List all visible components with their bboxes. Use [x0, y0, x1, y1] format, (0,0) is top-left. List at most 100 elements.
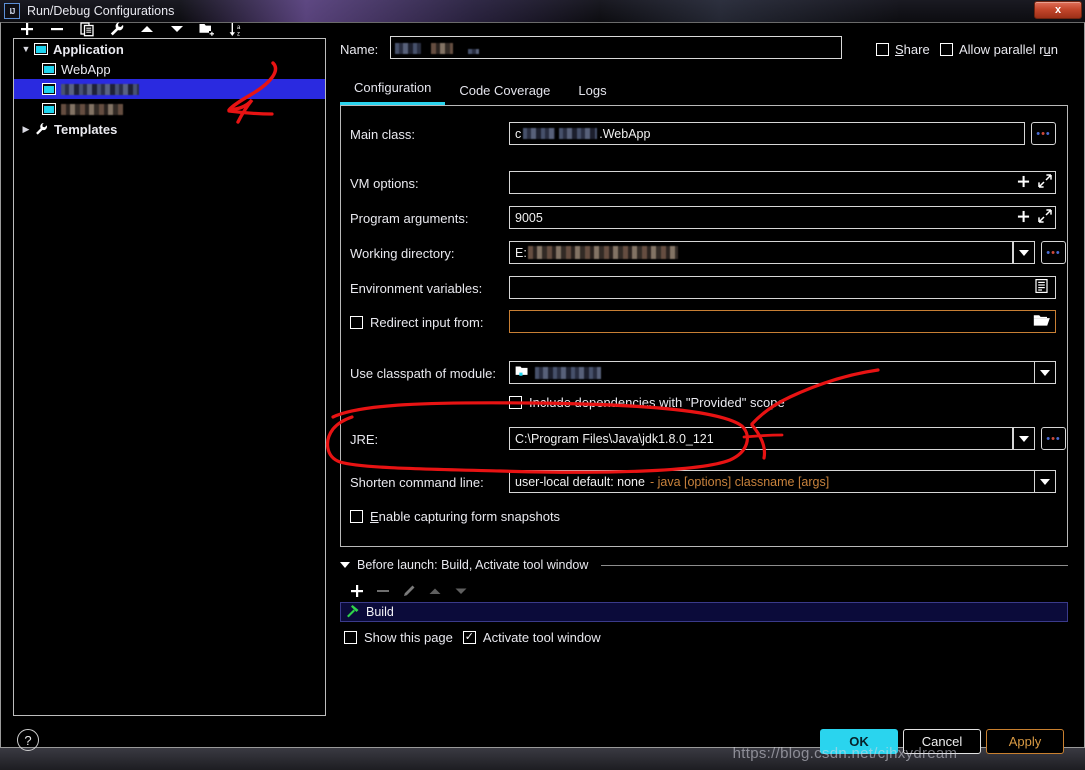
activate-tool-window-checkbox[interactable]	[462, 631, 476, 644]
working-directory-input[interactable]: E:	[509, 241, 1013, 264]
name-redacted-value	[431, 43, 454, 54]
jre-value: C:\Program Files\Java\jdk1.8.0_121	[515, 431, 714, 446]
main-class-redacted	[559, 128, 598, 139]
classpath-module-combo[interactable]	[509, 361, 1056, 384]
jre-browse-button[interactable]: •••	[1041, 427, 1066, 450]
build-hammer-icon	[345, 604, 360, 621]
enable-snapshots-checkbox[interactable]	[350, 510, 363, 523]
environment-variables-input[interactable]	[509, 276, 1056, 299]
main-class-redacted	[523, 128, 556, 139]
tree-item-webapp[interactable]: WebApp	[14, 59, 325, 79]
chevron-right-icon[interactable]: ▶	[18, 124, 34, 135]
application-icon	[34, 43, 48, 55]
redirect-input-path-input[interactable]	[509, 310, 1056, 333]
chevron-down-icon[interactable]	[340, 562, 350, 568]
configuration-tabs: Configuration Code Coverage Logs	[340, 76, 621, 105]
enable-snapshots-checkbox-row[interactable]: Enable capturing form snapshots	[350, 509, 560, 524]
tree-item-redacted-label	[61, 103, 123, 115]
before-launch-separator	[601, 564, 1068, 566]
wrench-icon	[34, 122, 50, 136]
application-icon	[42, 83, 56, 95]
main-class-label: Main class:	[350, 127, 416, 142]
tree-item-selected-configuration[interactable]	[14, 79, 325, 99]
share-label: SSharehare	[895, 42, 930, 57]
before-launch-task-row[interactable]: Build	[340, 602, 1068, 622]
working-directory-browse-button[interactable]: •••	[1041, 241, 1066, 264]
pencil-icon[interactable]	[396, 581, 422, 601]
tree-item-application[interactable]: ▼ Application	[14, 39, 325, 59]
environment-variables-actions	[1035, 276, 1048, 299]
run-debug-configurations-dialog: IJ Run/Debug Configurations x a z ▼ Appl…	[0, 0, 1085, 770]
macro-add-icon[interactable]	[1017, 210, 1030, 226]
enable-snapshots-label: Enable capturing form snapshots	[370, 509, 561, 524]
classpath-module-dropdown-button[interactable]	[1034, 361, 1056, 384]
move-task-down-button[interactable]	[448, 581, 474, 601]
main-class-value-prefix: c	[515, 126, 522, 141]
include-provided-checkbox[interactable]	[509, 396, 522, 409]
working-directory-dropdown-button[interactable]	[1013, 241, 1035, 264]
move-task-up-button[interactable]	[422, 581, 448, 601]
program-arguments-input[interactable]: 9005	[509, 206, 1056, 229]
tree-item-configuration-3[interactable]	[14, 99, 325, 119]
window-title: Run/Debug Configurations	[27, 4, 175, 18]
working-directory-label: Working directory:	[350, 246, 455, 261]
before-launch-header[interactable]: Before launch: Build, Activate tool wind…	[340, 558, 1068, 572]
jre-dropdown-button[interactable]	[1013, 427, 1035, 450]
tab-logs[interactable]: Logs	[564, 79, 620, 105]
expand-editor-icon[interactable]	[1038, 174, 1052, 191]
program-arguments-actions	[1017, 206, 1052, 229]
shorten-command-line-combo[interactable]: user-local default: none - java [options…	[509, 470, 1056, 493]
show-this-page-checkbox[interactable]	[344, 631, 357, 644]
chevron-down-icon	[1040, 478, 1050, 485]
show-this-page-checkbox-row[interactable]: Show this page	[344, 630, 453, 645]
chevron-down-icon	[1040, 369, 1050, 376]
configurations-tree[interactable]: ▼ Application WebApp ▶ Templates	[13, 38, 326, 716]
before-launch-title: Before launch: Build, Activate tool wind…	[357, 558, 589, 572]
name-redacted-value	[467, 49, 479, 54]
environment-variables-edit-icon[interactable]	[1035, 279, 1048, 296]
redirect-input-checkbox[interactable]	[350, 316, 363, 329]
macro-add-icon[interactable]	[1017, 175, 1030, 191]
allow-parallel-run-checkbox[interactable]	[940, 43, 953, 56]
allow-parallel-run-checkbox-row[interactable]: Allow parallel run	[940, 42, 1058, 57]
name-redacted-value	[395, 43, 421, 54]
tab-code-coverage[interactable]: Code Coverage	[445, 79, 564, 105]
module-icon	[515, 365, 530, 381]
tree-item-label: Templates	[54, 121, 118, 137]
expand-editor-icon[interactable]	[1038, 209, 1052, 226]
application-icon	[42, 63, 56, 75]
redirect-input-checkbox-row[interactable]: Redirect input from:	[350, 315, 483, 330]
add-task-button[interactable]	[344, 581, 370, 601]
tab-configuration[interactable]: Configuration	[340, 76, 446, 105]
name-input[interactable]	[390, 36, 842, 59]
tree-item-templates[interactable]: ▶ Templates	[14, 119, 325, 139]
chevron-down-icon[interactable]: ▼	[18, 44, 34, 54]
shorten-command-line-value: user-local default: none	[515, 474, 645, 489]
close-icon[interactable]: x	[1034, 1, 1082, 19]
classpath-module-label: Use classpath of module:	[350, 366, 496, 381]
apply-button[interactable]: Apply	[986, 729, 1064, 754]
working-directory-value-prefix: E:	[515, 245, 527, 260]
share-checkbox[interactable]	[876, 43, 889, 56]
configuration-panel: Main class: c .WebApp ••• VM options: Pro…	[340, 105, 1068, 547]
folder-icon[interactable]	[1033, 313, 1050, 330]
redirect-input-actions	[1033, 310, 1050, 333]
jre-input[interactable]: C:\Program Files\Java\jdk1.8.0_121	[509, 427, 1013, 450]
share-checkbox-row[interactable]: SSharehare	[876, 42, 930, 57]
include-provided-checkbox-row[interactable]: Include dependencies with "Provided" sco…	[509, 395, 785, 410]
program-arguments-label: Program arguments:	[350, 211, 469, 226]
svg-text:a: a	[237, 25, 241, 31]
jre-label: JRE:	[350, 432, 379, 447]
vm-options-input[interactable]	[509, 171, 1056, 194]
shorten-command-line-dropdown-button[interactable]	[1034, 470, 1056, 493]
main-class-input[interactable]: c .WebApp	[509, 122, 1025, 145]
svg-text:z: z	[237, 31, 240, 37]
main-class-browse-button[interactable]: •••	[1031, 122, 1056, 145]
help-button[interactable]: ?	[17, 729, 39, 751]
allow-parallel-run-label: Allow parallel run	[959, 42, 1059, 57]
remove-task-button[interactable]	[370, 581, 396, 601]
vm-options-actions	[1017, 171, 1052, 194]
tree-item-label: Application	[53, 41, 124, 57]
environment-variables-label: Environment variables:	[350, 281, 483, 296]
activate-tool-window-checkbox-row[interactable]: Activate tool window	[462, 630, 601, 645]
